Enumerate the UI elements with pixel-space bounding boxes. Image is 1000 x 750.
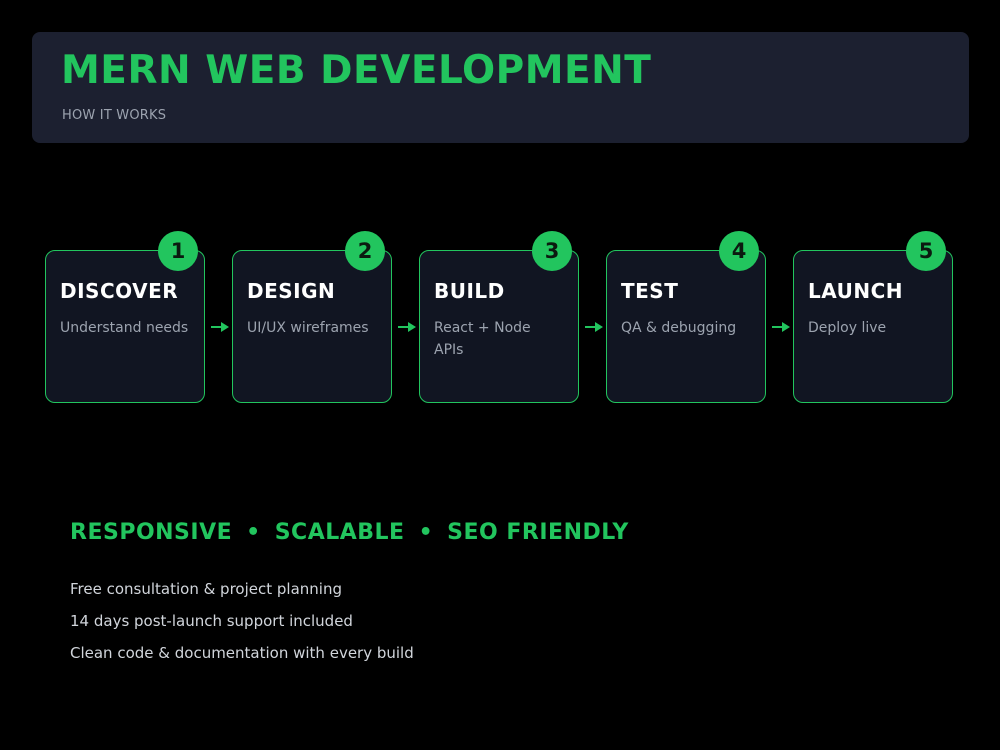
tagline-item-seo-friendly: SEO FRIENDLY [447, 520, 629, 545]
step-description: Understand needs [60, 320, 189, 336]
tagline-separator: • [418, 520, 434, 545]
page-subtitle: HOW IT WORKS [62, 108, 167, 123]
header-banner: MERN WEB DEVELOPMENT HOW IT WORKS [32, 32, 969, 143]
arrow-right-icon [772, 322, 790, 332]
step-number-badge: 3 [532, 231, 572, 271]
step-card-launch: 5 LAUNCH Deploy live [793, 231, 953, 403]
tagline-item-responsive: RESPONSIVE [70, 520, 233, 545]
step-number-badge: 4 [719, 231, 759, 271]
step-card-discover: 1 DISCOVER Understand needs [45, 231, 205, 403]
step-description: UI/UX wireframes [247, 320, 369, 336]
step-number-badge: 1 [158, 231, 198, 271]
tagline-separator: • [246, 520, 261, 545]
step-card-test: 4 TEST QA & debugging [606, 231, 766, 403]
step-title: BUILD [434, 279, 505, 303]
step-number-badge: 5 [906, 231, 946, 271]
feature-item-support: 14 days post-launch support included [70, 612, 353, 630]
step-title: LAUNCH [808, 279, 904, 303]
step-title: DISCOVER [60, 279, 179, 303]
feature-item-clean-code: Clean code & documentation with every bu… [70, 644, 414, 662]
step-title: TEST [621, 279, 679, 303]
step-title: DESIGN [247, 279, 336, 303]
page-title: MERN WEB DEVELOPMENT [61, 48, 652, 93]
tagline-item-scalable: SCALABLE [274, 520, 405, 545]
step-number-badge: 2 [345, 231, 385, 271]
arrow-right-icon [585, 322, 603, 332]
arrow-right-icon [211, 322, 229, 332]
arrow-right-icon [398, 322, 416, 332]
feature-item-consultation: Free consultation & project planning [70, 580, 342, 598]
step-description: QA & debugging [621, 320, 737, 336]
step-description: Deploy live [808, 320, 887, 336]
step-card-design: 2 DESIGN UI/UX wireframes [232, 231, 392, 403]
feature-tagline: RESPONSIVE • SCALABLE • SEO FRIENDLY [70, 520, 629, 545]
step-description: React + Node APIs [434, 320, 531, 358]
step-card-build: 3 BUILD React + Node APIs [419, 231, 579, 403]
